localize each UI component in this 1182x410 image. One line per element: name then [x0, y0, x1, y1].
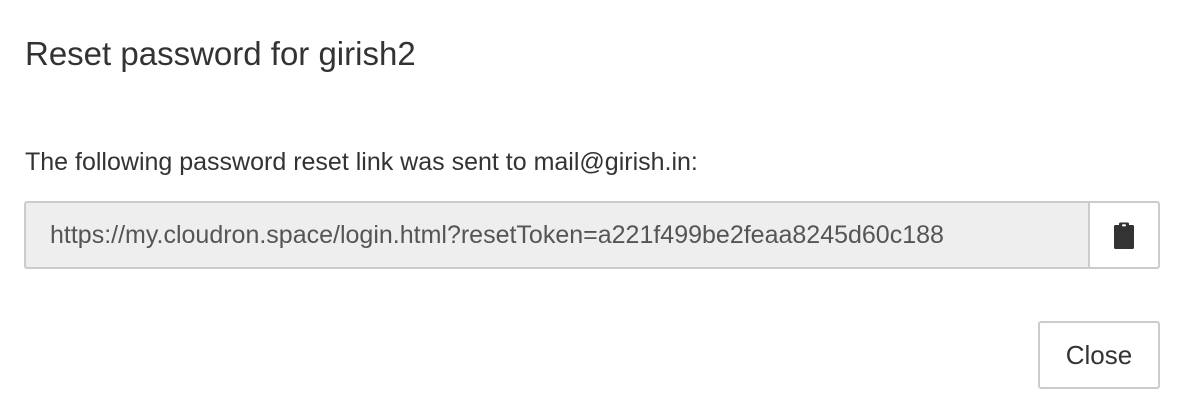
reset-password-dialog: Reset password for girish2 The following… [0, 0, 1182, 410]
close-button[interactable]: Close [1038, 321, 1160, 389]
clipboard-icon [1113, 221, 1135, 249]
reset-link-group [24, 201, 1160, 269]
reset-link-message: The following password reset link was se… [25, 148, 698, 176]
dialog-title: Reset password for girish2 [25, 35, 416, 72]
reset-link-input[interactable] [24, 201, 1088, 269]
copy-link-button[interactable] [1088, 201, 1160, 269]
